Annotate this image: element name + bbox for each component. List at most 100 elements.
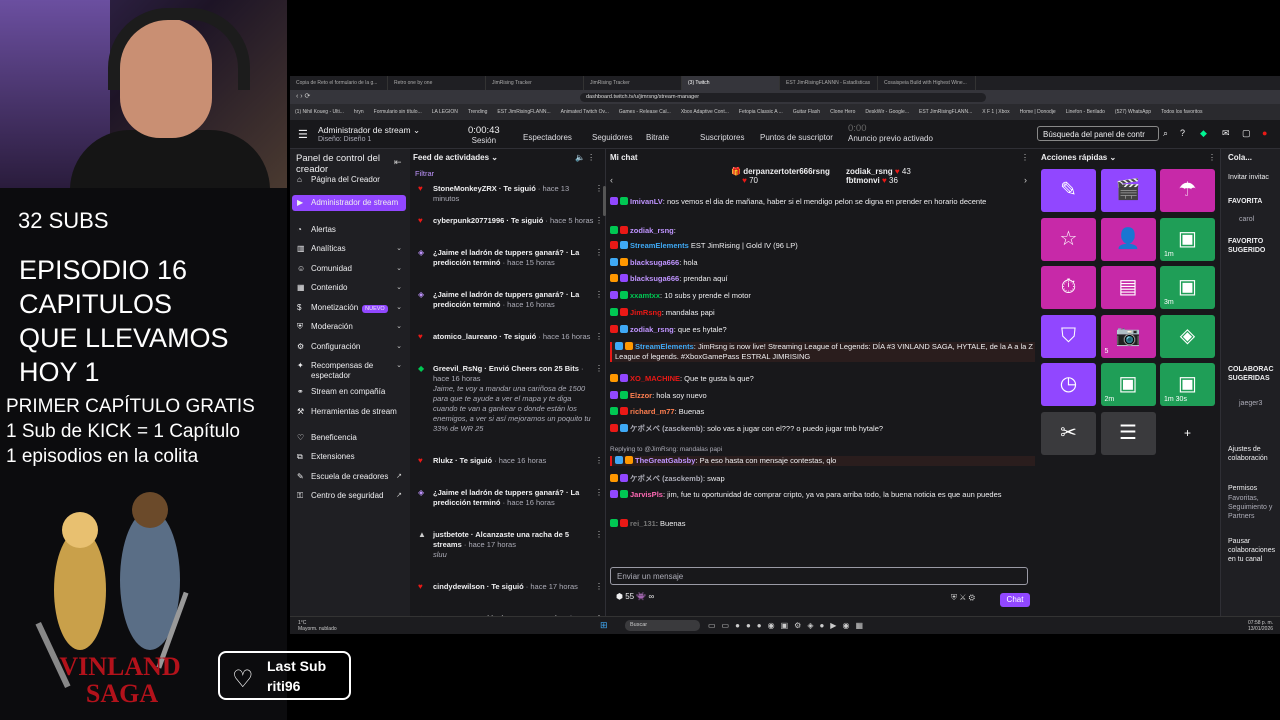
feed-item-menu-icon[interactable]: ⋮	[595, 332, 603, 342]
browser-tab[interactable]: Retro one by one	[388, 76, 486, 90]
weather-widget[interactable]: 1°C Mayorm. nublado	[298, 620, 337, 632]
quick-action-parachute-button[interactable]: ☂	[1160, 169, 1215, 212]
chat-username[interactable]: JimRsng	[630, 308, 662, 317]
dashboard-search-input[interactable]: Búsqueda del panel de contr	[1037, 126, 1159, 141]
speaker-icon[interactable]: 🔈 ⋮	[575, 153, 595, 162]
sidebar-item-gear[interactable]: ⚙ Configuración ⌄	[292, 342, 406, 352]
feed-item[interactable]: ♥ cyberpunk20771996 · Te siguió · hace 5 …	[415, 216, 603, 226]
sidebar-item-stream[interactable]: ▶ Administrador de stream	[292, 194, 406, 211]
permissions-label[interactable]: Permisos	[1228, 484, 1257, 493]
avatar[interactable]: ●	[1262, 128, 1267, 138]
channel-points[interactable]: ⬢ 55 👾 ∞	[616, 592, 654, 601]
feed-item-menu-icon[interactable]: ⋮	[595, 488, 603, 498]
quick-action-bookmark-button[interactable]: ⛉	[1041, 314, 1096, 358]
feed-item[interactable]: ♥ StoneMonkeyZRX · Te siguió · hace 13 mi…	[415, 184, 603, 204]
chat-message[interactable]: ケポメベ (zasckemb): swap	[610, 474, 1030, 484]
feed-item[interactable]: ◈ ¿Jaime el ladrón de tuppers ganará? · L…	[415, 290, 603, 310]
pause-collabs[interactable]: Pausar colaboraciones en tu canal	[1228, 537, 1280, 564]
chevron-right-icon[interactable]: ›	[1024, 175, 1027, 185]
quick-actions-menu-icon[interactable]: ⋮	[1208, 153, 1216, 162]
chat-message[interactable]: zodiak_rsng:	[610, 226, 1030, 236]
bookmark-item[interactable]: EST JimRisingFLANN...	[492, 104, 555, 120]
activity-feed-header[interactable]: Feed de actividades ⌄	[413, 153, 498, 162]
quick-action-add-user-button[interactable]: 👤	[1100, 217, 1156, 261]
bookmark-item[interactable]: LA LEGION	[427, 104, 463, 120]
bookmark-item[interactable]: Guitar Flash	[788, 104, 825, 120]
browser-tab[interactable]: JimRising Tracker	[584, 76, 682, 90]
chat-username[interactable]: richard_m77	[630, 407, 675, 416]
browser-tab[interactable]: EST JimRisingFLANNN - Estadísticas	[780, 76, 878, 90]
feed-item[interactable]: ◈ ¿Jaime el ladrón de tuppers ganará? · L…	[415, 248, 603, 268]
quick-action-plus-button[interactable]: +	[1160, 412, 1215, 455]
chat-message[interactable]: xxamtxx: 10 subs y prende el motor	[610, 291, 1030, 301]
bookmark-item[interactable]: Formulario sin título...	[369, 104, 427, 120]
sidebar-item-together[interactable]: ⚭ Stream en compañía	[292, 387, 406, 397]
chat-input[interactable]: Enviar un mensaje	[610, 567, 1028, 585]
chat-username[interactable]: zodiak_rsng	[630, 226, 674, 235]
chat-message[interactable]: Elzzor: hola soy nuevo	[610, 391, 1030, 401]
chat-message[interactable]: StreamElements EST JimRising | Gold IV (…	[610, 241, 1030, 251]
feed-item[interactable]: ♥ cindydewilson · Te siguió · hace 17 hor…	[415, 582, 603, 592]
quick-action-clapper-button[interactable]: 🎬	[1100, 169, 1156, 212]
feed-item-menu-icon[interactable]: ⋮	[595, 184, 603, 194]
quick-action-ad-button[interactable]: ▣ 1m	[1160, 217, 1215, 261]
hamburger-menu-icon[interactable]: ☰	[298, 128, 308, 141]
chat-username[interactable]: zodiak_rsng	[630, 325, 674, 334]
chat-message[interactable]: JimRsng: mandalas papi	[610, 308, 1030, 318]
bookmark-item[interactable]: hryn	[349, 104, 369, 120]
feed-item-menu-icon[interactable]: ⋮	[595, 248, 603, 258]
search-icon[interactable]: ⌕	[1163, 128, 1168, 139]
nav-buttons[interactable]: ‹ › ⟳	[296, 92, 310, 100]
chat-username[interactable]: ImivanLV	[630, 197, 663, 206]
sidebar-item-bell[interactable]: ◔ Alertas	[292, 225, 406, 235]
chat-message[interactable]: blacksuga666: hola	[610, 258, 1030, 268]
chat-menu-icon[interactable]: ⋮	[1021, 153, 1029, 162]
bookmark-item[interactable]: Clone Hero	[825, 104, 860, 120]
chat-username[interactable]: JarvisPls	[630, 490, 663, 499]
sidebar-item-heart[interactable]: ♡ Beneficencia	[292, 433, 406, 443]
bookmark-item[interactable]: (527) WhatsApp	[1110, 104, 1156, 120]
quick-action-layout-button[interactable]: ▤	[1100, 266, 1156, 309]
chat-message[interactable]: XO_MACHINE: Que te gusta la que?	[610, 374, 1030, 384]
quick-action-ad-button[interactable]: ▣ 3m	[1160, 266, 1215, 309]
chat-username[interactable]: Elzzor	[630, 391, 652, 400]
sidebar-item-shield[interactable]: ⛨ Moderación ⌄	[292, 322, 406, 332]
bookmark-item[interactable]: EST JimRisingFLANN...	[914, 104, 977, 120]
chat-message[interactable]: blacksuga666: prendan aquí	[610, 274, 1030, 284]
help-icon[interactable]: ?	[1180, 128, 1185, 138]
chat-message[interactable]: TheGreatGabsby: Pa eso hasta con mensaje…	[610, 456, 1035, 466]
favorite-user[interactable]: carol	[1239, 215, 1254, 224]
chat-message[interactable]: JarvisPls: jim, fue tu oportunidad de co…	[610, 490, 1030, 500]
quick-action-bag-button[interactable]: ◈	[1160, 314, 1215, 358]
quick-action-ad-button[interactable]: ▣ 2m	[1100, 363, 1156, 406]
taskbar-search[interactable]: Buscar	[625, 620, 700, 631]
bookmark-item[interactable]: DeskWir - Google...	[860, 104, 914, 120]
chat-username[interactable]: blacksuga666	[630, 274, 679, 283]
chat-username[interactable]: ケポメベ (zasckemb)	[630, 474, 703, 483]
chat-username[interactable]: XO_MACHINE	[630, 374, 680, 383]
quick-action-pencil-button[interactable]: ✎	[1041, 169, 1096, 212]
bookmark-item[interactable]: (1) Nihil Koueg - Ulti...	[290, 104, 349, 120]
chat-username[interactable]: xxamtxx	[630, 291, 660, 300]
chat-username[interactable]: TheGreatGabsby	[635, 456, 695, 465]
chat-username[interactable]: blacksuga666	[630, 258, 679, 267]
invite-button[interactable]: Invitar invitac	[1228, 173, 1269, 182]
chat-message[interactable]: ケポメベ (zasckemb): solo vas a jugar con el…	[610, 424, 1030, 434]
browser-tab[interactable]: (3) Twitch	[682, 76, 780, 90]
chat-username[interactable]: StreamElements	[630, 241, 689, 250]
chat-settings-icon[interactable]: ⛨ ⚔ ⚙	[951, 593, 975, 603]
quick-action-ad-button[interactable]: ▣ 1m 30s	[1160, 363, 1215, 406]
chat-username[interactable]: StreamElements	[635, 342, 694, 351]
sidebar-item-chart[interactable]: ▥ Analíticas ⌄	[292, 244, 406, 254]
feed-item[interactable]: ◈ ¿Jaime el ladrón de tuppers ganará? · L…	[415, 488, 603, 508]
feed-item-menu-icon[interactable]: ⋮	[595, 216, 603, 226]
feed-item-menu-icon[interactable]: ⋮	[595, 456, 603, 466]
notifications-icon[interactable]: ✉	[1222, 128, 1230, 139]
taskbar-clock[interactable]: 07:58 p. m. 13/01/2026	[1248, 620, 1273, 632]
chat-message[interactable]: rei_131: Buenas	[610, 519, 1030, 529]
sidebar-item-money[interactable]: $ Monetización NUEVO ⌄	[292, 303, 406, 313]
browser-tab[interactable]: Cosaispeia Build with Highest Wine...	[878, 76, 976, 90]
feed-item[interactable]: ◆ Greevil_RsNg · Envió Cheers con 25 Bits…	[415, 364, 603, 434]
bookmark-item[interactable]: X F 1 | Xbox	[977, 104, 1014, 120]
feed-item-menu-icon[interactable]: ⋮	[595, 582, 603, 592]
